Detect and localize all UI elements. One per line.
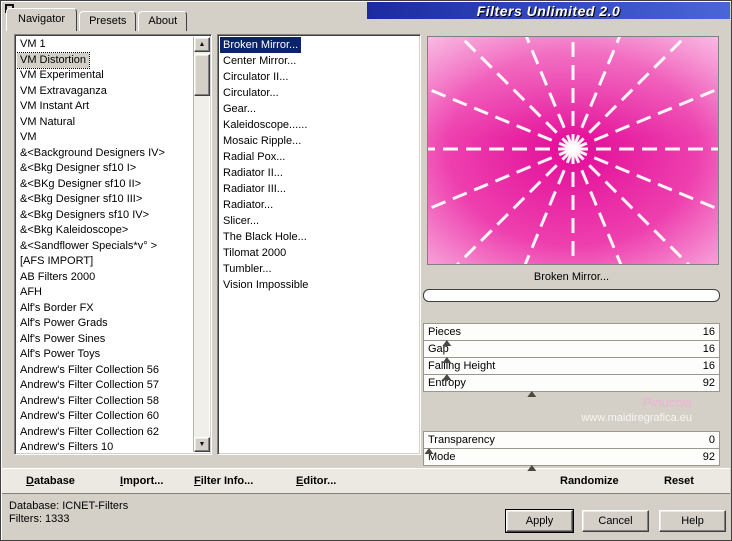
filter-item[interactable]: Radiator... bbox=[220, 197, 276, 213]
param-value: 92 bbox=[702, 451, 715, 463]
import-button[interactable]: Import... bbox=[120, 469, 163, 493]
category-item[interactable]: VM Natural bbox=[17, 115, 78, 131]
filter-item[interactable]: Broken Mirror... bbox=[220, 37, 302, 53]
param-value: 0 bbox=[708, 434, 715, 446]
filter-item[interactable]: The Black Hole... bbox=[220, 229, 310, 245]
category-item[interactable]: Andrew's Filters 10 bbox=[17, 440, 116, 452]
category-item[interactable]: &<Bkg Designer sf10 I> bbox=[17, 161, 139, 177]
category-item[interactable]: Alf's Power Toys bbox=[17, 347, 103, 363]
category-item[interactable]: Alf's Power Sines bbox=[17, 332, 108, 348]
param-label: Falling Height bbox=[428, 360, 496, 372]
category-item[interactable]: &<Bkg Designer sf10 III> bbox=[17, 192, 145, 208]
filter-item[interactable]: Radial Pox... bbox=[220, 149, 288, 165]
category-item[interactable]: Alf's Power Grads bbox=[17, 316, 111, 332]
category-item[interactable]: VM Experimental bbox=[17, 68, 107, 84]
category-item[interactable]: Andrew's Filter Collection 62 bbox=[17, 425, 162, 441]
filter-info-button[interactable]: Filter Info... bbox=[194, 469, 253, 493]
filter-item[interactable]: Tilomat 2000 bbox=[220, 245, 289, 261]
param-row-falling-height[interactable]: Falling Height 16 bbox=[423, 357, 720, 380]
category-item[interactable]: &<Bkg Designers sf10 IV> bbox=[17, 208, 152, 224]
category-item[interactable]: &<Bkg Kaleidoscope> bbox=[17, 223, 131, 239]
progress-bar bbox=[423, 289, 720, 302]
category-item[interactable]: Andrew's Filter Collection 57 bbox=[17, 378, 162, 394]
filter-item[interactable]: Kaleidoscope...... bbox=[220, 117, 310, 133]
filter-list[interactable]: Broken Mirror... Center Mirror... Circulat… bbox=[217, 34, 421, 455]
apply-button[interactable]: Apply bbox=[505, 509, 574, 533]
randomize-button[interactable]: Randomize bbox=[560, 469, 619, 493]
status-filter-count: Filters: 1333 bbox=[9, 513, 70, 525]
param-list-bottom: Transparency 0 Mode 92 bbox=[423, 431, 720, 471]
param-label: Pieces bbox=[428, 326, 462, 338]
filter-item[interactable]: Slicer... bbox=[220, 213, 262, 229]
category-items: VM 1 VM Distortion VM Experimental VM Extra… bbox=[17, 37, 192, 452]
param-value: 16 bbox=[702, 326, 715, 338]
category-item[interactable]: Alf's Border FX bbox=[17, 301, 97, 317]
filter-item[interactable]: Radiator III... bbox=[220, 181, 289, 197]
param-row-pieces[interactable]: Pieces 16 bbox=[423, 323, 720, 346]
category-item[interactable]: Andrew's Filter Collection 56 bbox=[17, 363, 162, 379]
param-value: 16 bbox=[702, 343, 715, 355]
scrollbar-thumb[interactable] bbox=[194, 54, 210, 96]
tab-bar: Navigator Presets About bbox=[6, 6, 189, 31]
category-item[interactable]: &<BKg Designer sf10 II> bbox=[17, 177, 144, 193]
category-item[interactable]: [AFS IMPORT] bbox=[17, 254, 96, 270]
category-item[interactable]: VM Instant Art bbox=[17, 99, 92, 115]
param-list-top: Pieces 16 Gap 16 Falling Height 16 Entropy 92 bbox=[423, 323, 720, 397]
param-label: Transparency bbox=[428, 434, 495, 446]
preview-image bbox=[427, 36, 719, 265]
status-database: Database: ICNET-Filters bbox=[9, 500, 129, 512]
param-value: 16 bbox=[702, 360, 715, 372]
filter-items: Broken Mirror... Center Mirror... Circulat… bbox=[220, 37, 418, 452]
filter-item[interactable]: Radiator II... bbox=[220, 165, 286, 181]
category-item[interactable]: &<Background Designers IV> bbox=[17, 146, 168, 162]
tab-navigator[interactable]: Navigator bbox=[6, 8, 78, 31]
category-item[interactable]: AB Filters 2000 bbox=[17, 270, 98, 286]
param-row-gap[interactable]: Gap 16 bbox=[423, 340, 720, 363]
category-item[interactable]: AFH bbox=[17, 285, 45, 301]
category-list[interactable]: VM 1 VM Distortion VM Experimental VM Extra… bbox=[14, 34, 212, 455]
watermark: Pinuccia www.maidiregrafica.eu bbox=[423, 395, 720, 429]
database-button[interactable]: Database bbox=[26, 469, 75, 493]
category-scrollbar[interactable]: ▲ ▼ bbox=[193, 37, 210, 452]
param-value: 92 bbox=[702, 377, 715, 389]
filters-unlimited-window: Navigator Presets About Filters Unlimited … bbox=[0, 0, 732, 541]
param-row-transparency[interactable]: Transparency 0 bbox=[423, 431, 720, 454]
filter-item[interactable]: Vision Impossible bbox=[220, 277, 311, 293]
filter-item[interactable]: Center Mirror... bbox=[220, 53, 299, 69]
preview-filter-name: Broken Mirror... bbox=[533, 271, 610, 283]
filter-item[interactable]: Circulator II... bbox=[220, 69, 291, 85]
category-item[interactable]: VM 1 bbox=[17, 37, 49, 53]
window-title: Filters Unlimited 2.0 bbox=[476, 2, 621, 19]
category-item[interactable]: &<Sandflower Specials*v° > bbox=[17, 239, 160, 255]
help-button[interactable]: Help bbox=[659, 510, 726, 532]
filter-item[interactable]: Circulator... bbox=[220, 85, 282, 101]
watermark-name: Pinuccia bbox=[642, 395, 692, 410]
slider-thumb[interactable] bbox=[527, 391, 537, 397]
watermark-url: www.maidiregrafica.eu bbox=[581, 412, 692, 424]
tab-about[interactable]: About bbox=[138, 11, 188, 31]
category-item[interactable]: VM Distortion bbox=[17, 51, 91, 69]
filter-item[interactable]: Tumbler... bbox=[220, 261, 275, 277]
param-row-entropy[interactable]: Entropy 92 bbox=[423, 374, 720, 397]
category-item[interactable]: VM bbox=[17, 130, 40, 146]
cancel-button[interactable]: Cancel bbox=[582, 510, 649, 532]
filter-item[interactable]: Mosaic Ripple... bbox=[220, 133, 304, 149]
reset-button[interactable]: Reset bbox=[664, 469, 694, 493]
filter-item[interactable]: Gear... bbox=[220, 101, 259, 117]
category-item[interactable]: Andrew's Filter Collection 60 bbox=[17, 409, 162, 425]
category-item[interactable]: VM Extravaganza bbox=[17, 84, 110, 100]
param-row-mode[interactable]: Mode 92 bbox=[423, 448, 720, 471]
editor-button[interactable]: Editor... bbox=[296, 469, 336, 493]
scroll-down-icon[interactable]: ▼ bbox=[194, 437, 210, 452]
toolbar: Database Import... Filter Info... Editor...… bbox=[2, 468, 730, 494]
category-item[interactable]: Andrew's Filter Collection 58 bbox=[17, 394, 162, 410]
scroll-up-icon[interactable]: ▲ bbox=[194, 37, 210, 52]
title-banner: Filters Unlimited 2.0 bbox=[367, 2, 730, 19]
tab-presets[interactable]: Presets bbox=[79, 11, 137, 31]
